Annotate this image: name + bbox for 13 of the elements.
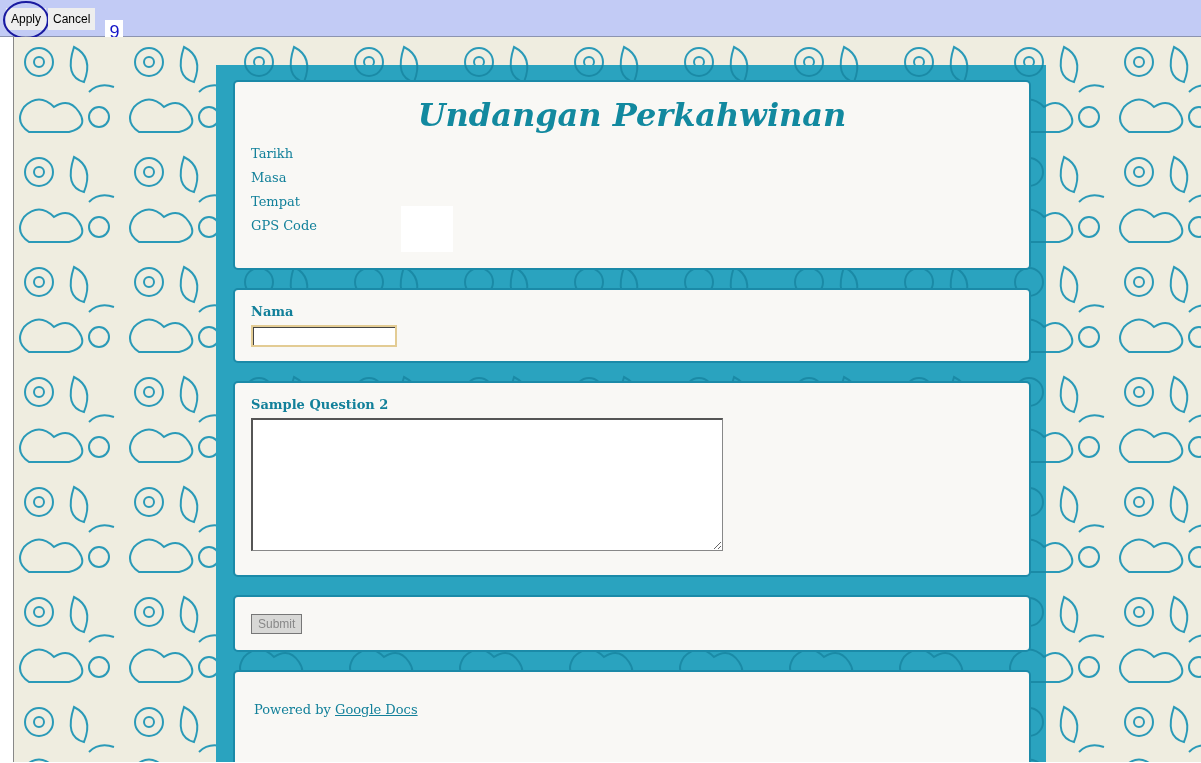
input-field[interactable] — [251, 325, 397, 347]
form-title: Undangan Perkahwinan — [416, 96, 848, 134]
toolbar-button[interactable]: Cancel — [48, 8, 96, 30]
answer-box[interactable] — [251, 418, 723, 551]
detail-label: Tempat — [251, 193, 300, 211]
footer-link[interactable]: Google Docs — [335, 702, 418, 717]
footer-text: Powered by Google Docs — [253, 702, 419, 717]
question-label: Nama — [251, 304, 295, 319]
toolbar-button[interactable]: Apply — [6, 8, 47, 30]
detail-label: GPS Code — [251, 217, 317, 235]
question-label: Sample Question 2 — [251, 397, 390, 412]
detail-label: Masa — [251, 169, 287, 187]
detail-label: Tarikh — [251, 145, 294, 163]
